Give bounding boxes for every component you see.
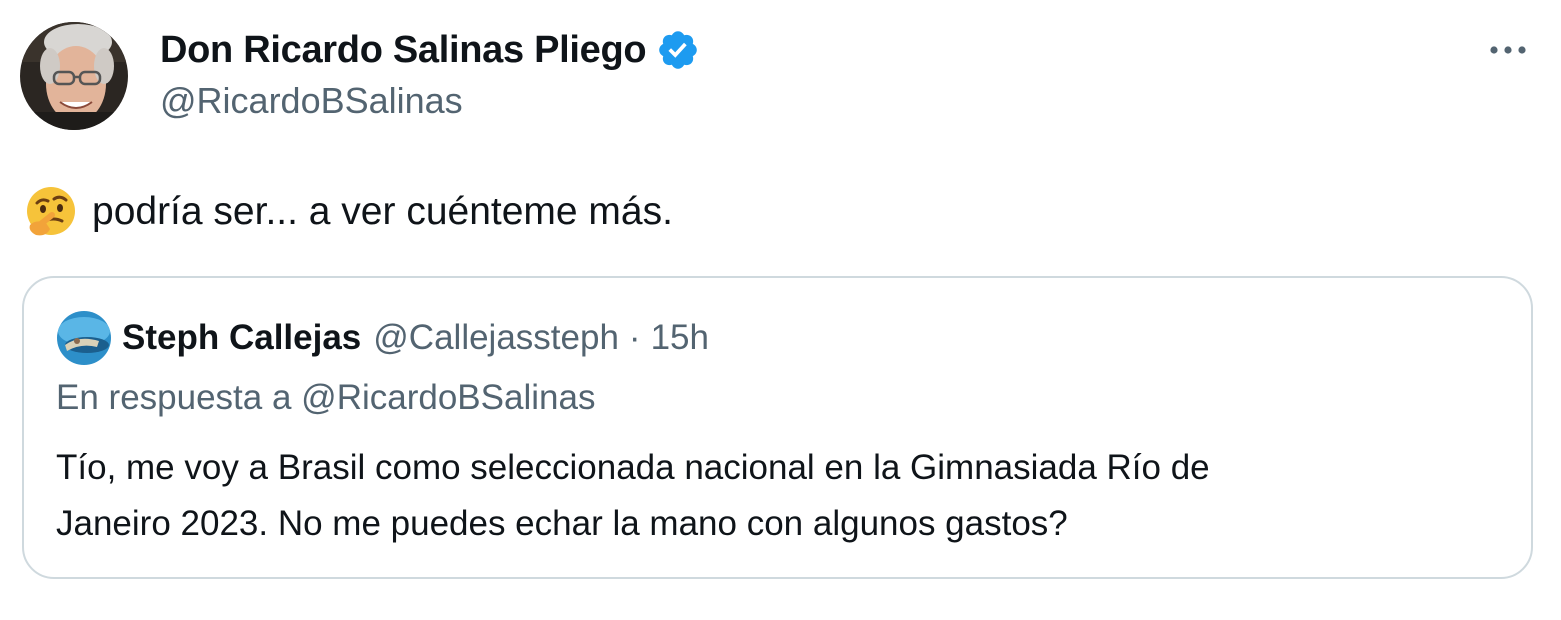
verified-badge-icon bbox=[656, 28, 700, 72]
quoted-tweet-text: Tío, me voy a Brasil como seleccionada n… bbox=[56, 440, 1476, 552]
reply-mention-link[interactable]: @RicardoBSalinas bbox=[301, 378, 595, 417]
author-avatar[interactable] bbox=[20, 22, 128, 130]
reply-prefix: En respuesta a bbox=[56, 378, 292, 417]
profile-photo bbox=[20, 22, 128, 130]
separator-dot: · bbox=[628, 318, 641, 357]
quoted-display-name[interactable]: Steph Callejas bbox=[122, 318, 361, 358]
quoted-author-avatar[interactable] bbox=[57, 311, 111, 365]
more-options-icon[interactable] bbox=[1484, 32, 1532, 68]
author-handle[interactable]: @RicardoBSalinas bbox=[160, 80, 463, 122]
quoted-text-line: Tío, me voy a Brasil como seleccionada n… bbox=[56, 448, 1210, 487]
quoted-timestamp[interactable]: 15h bbox=[651, 318, 709, 358]
quoted-handle[interactable]: @Callejassteph bbox=[373, 318, 619, 358]
author-display-name[interactable]: Don Ricardo Salinas Pliego bbox=[160, 29, 647, 72]
tweet-text: podría ser... a ver cuénteme más. bbox=[24, 180, 673, 244]
quoted-tweet-card[interactable]: Steph Callejas @Callejassteph · 15h En r… bbox=[22, 276, 1533, 579]
quoted-header: Steph Callejas @Callejassteph · 15h bbox=[122, 314, 709, 362]
quoted-text-line: Janeiro 2023. No me puedes echar la mano… bbox=[56, 504, 1068, 543]
reply-context: En respuesta a @RicardoBSalinas bbox=[56, 378, 595, 418]
tweet: Don Ricardo Salinas Pliego @RicardoBSali… bbox=[0, 0, 1561, 620]
author-name-row: Don Ricardo Salinas Pliego bbox=[160, 26, 700, 74]
tweet-text-content: podría ser... a ver cuénteme más. bbox=[92, 190, 673, 233]
thinking-face-icon bbox=[24, 185, 78, 239]
